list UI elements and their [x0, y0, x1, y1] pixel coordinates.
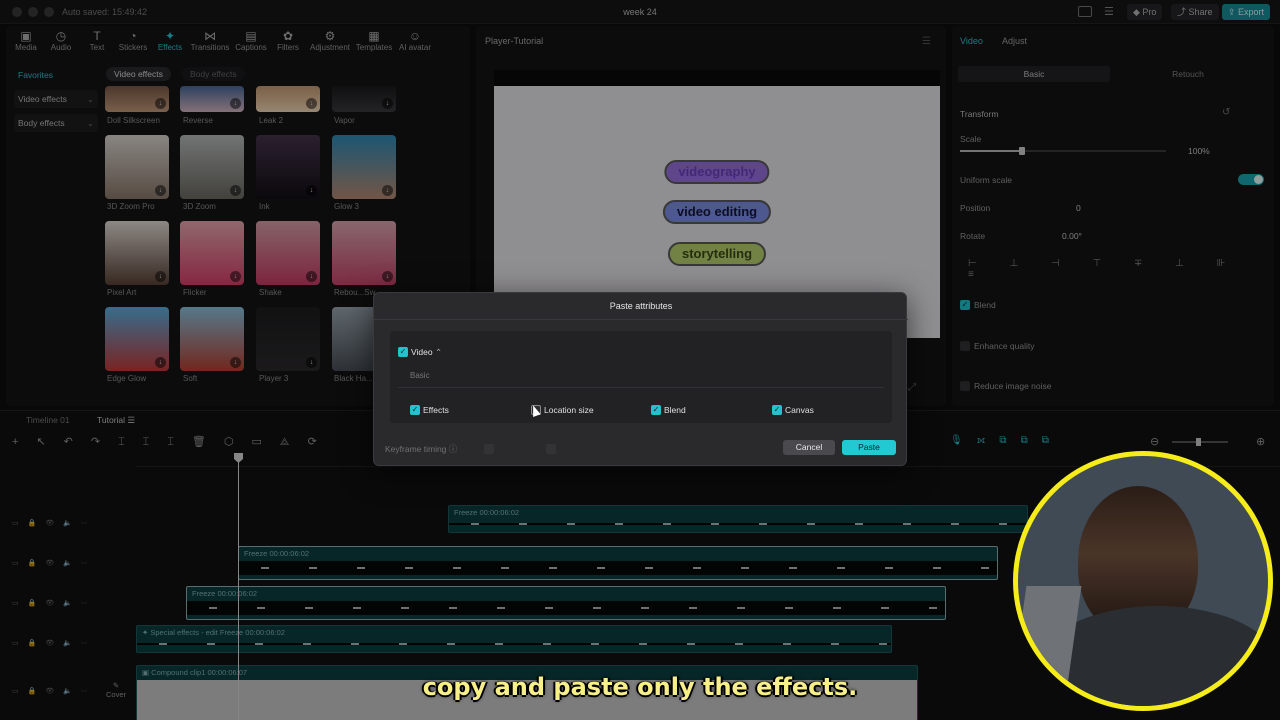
keyframe-option-checkbox[interactable] — [484, 444, 494, 454]
chevron-up-icon: ⌃ — [434, 347, 443, 357]
help-icon[interactable]: ⓘ — [449, 444, 458, 454]
cancel-button[interactable]: Cancel — [783, 440, 835, 455]
video-section-label[interactable]: Video ⌃ — [411, 347, 442, 358]
keyframe-option-checkbox[interactable] — [546, 444, 556, 454]
video-checkbox[interactable]: ✓ — [398, 347, 408, 357]
canvas-checkbox[interactable]: ✓ — [772, 405, 782, 415]
divider — [398, 387, 884, 388]
dialog-title: Paste attributes — [609, 301, 673, 311]
video-subtitle: copy and paste only the effects. — [422, 673, 858, 701]
blend-option-checkbox[interactable]: ✓ — [651, 405, 661, 415]
presenter-webcam — [1013, 451, 1273, 711]
canvas-option-label: Canvas — [785, 405, 814, 415]
keyframe-timing-label: Keyframe timing ⓘ — [385, 444, 458, 454]
attributes-group: ✓ Video ⌃ Basic ✓ Effects Location size … — [390, 331, 892, 423]
blend-option-label: Blend — [664, 405, 686, 415]
divider — [374, 319, 908, 320]
effects-checkbox[interactable]: ✓ — [410, 405, 420, 415]
location-size-option-label: Location size — [544, 405, 594, 415]
paste-button[interactable]: Paste — [842, 440, 896, 455]
paste-attributes-dialog: Paste attributes ✓ Video ⌃ Basic ✓ Effec… — [373, 292, 908, 466]
effects-option-label: Effects — [423, 405, 449, 415]
basic-subsection-label: Basic — [410, 371, 430, 380]
